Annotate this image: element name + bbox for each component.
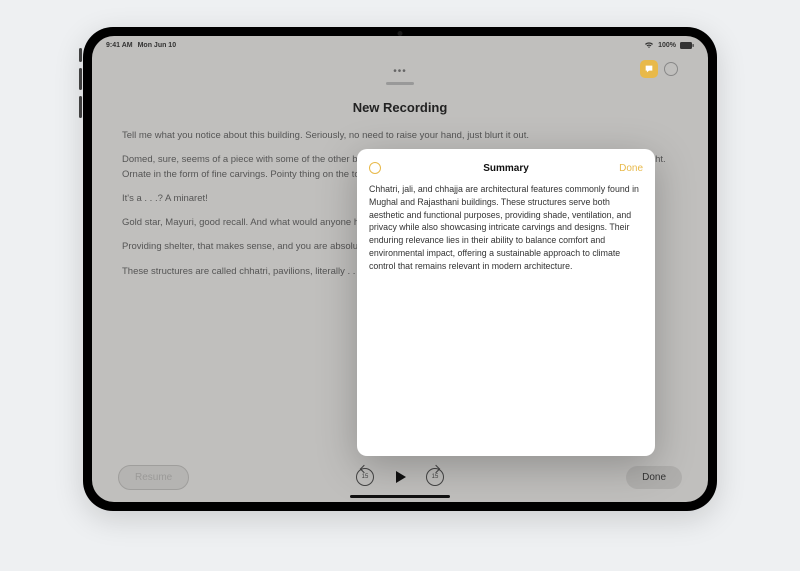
- modal-header: Summary Done: [369, 159, 643, 177]
- battery-icon: [680, 42, 694, 49]
- home-indicator[interactable]: [350, 495, 450, 498]
- recording-title: New Recording: [122, 100, 678, 115]
- done-button[interactable]: Done: [626, 466, 682, 489]
- feedback-icon[interactable]: [369, 162, 381, 174]
- status-date: Mon Jun 10: [138, 42, 177, 49]
- status-bar: 9:41 AM Mon Jun 10 100%: [92, 36, 708, 52]
- more-icon[interactable]: •••: [393, 66, 407, 77]
- summary-modal: Summary Done Chhatri, jali, and chhajja …: [357, 149, 655, 456]
- transcript-line: Tell me what you notice about this build…: [122, 129, 678, 143]
- modal-title: Summary: [483, 163, 529, 174]
- battery-percentage: 100%: [658, 42, 676, 49]
- screen: 9:41 AM Mon Jun 10 100% •••: [92, 36, 708, 502]
- status-time: 9:41 AM: [106, 42, 133, 49]
- feedback-icon[interactable]: [664, 62, 678, 76]
- sheet-grabber[interactable]: [386, 82, 414, 85]
- ipad-frame: 9:41 AM Mon Jun 10 100% •••: [83, 27, 717, 511]
- summary-text: Chhatri, jali, and chhajja are architect…: [369, 183, 643, 272]
- app-header: •••: [122, 60, 678, 82]
- transcript-button[interactable]: [640, 60, 658, 78]
- resume-button[interactable]: Resume: [118, 465, 189, 490]
- play-button[interactable]: [392, 469, 408, 485]
- modal-done-button[interactable]: Done: [619, 163, 643, 174]
- playback-bar: Resume 15 15 Done: [92, 468, 708, 486]
- wifi-icon: [644, 41, 654, 49]
- skip-back-button[interactable]: 15: [356, 468, 374, 486]
- skip-forward-button[interactable]: 15: [426, 468, 444, 486]
